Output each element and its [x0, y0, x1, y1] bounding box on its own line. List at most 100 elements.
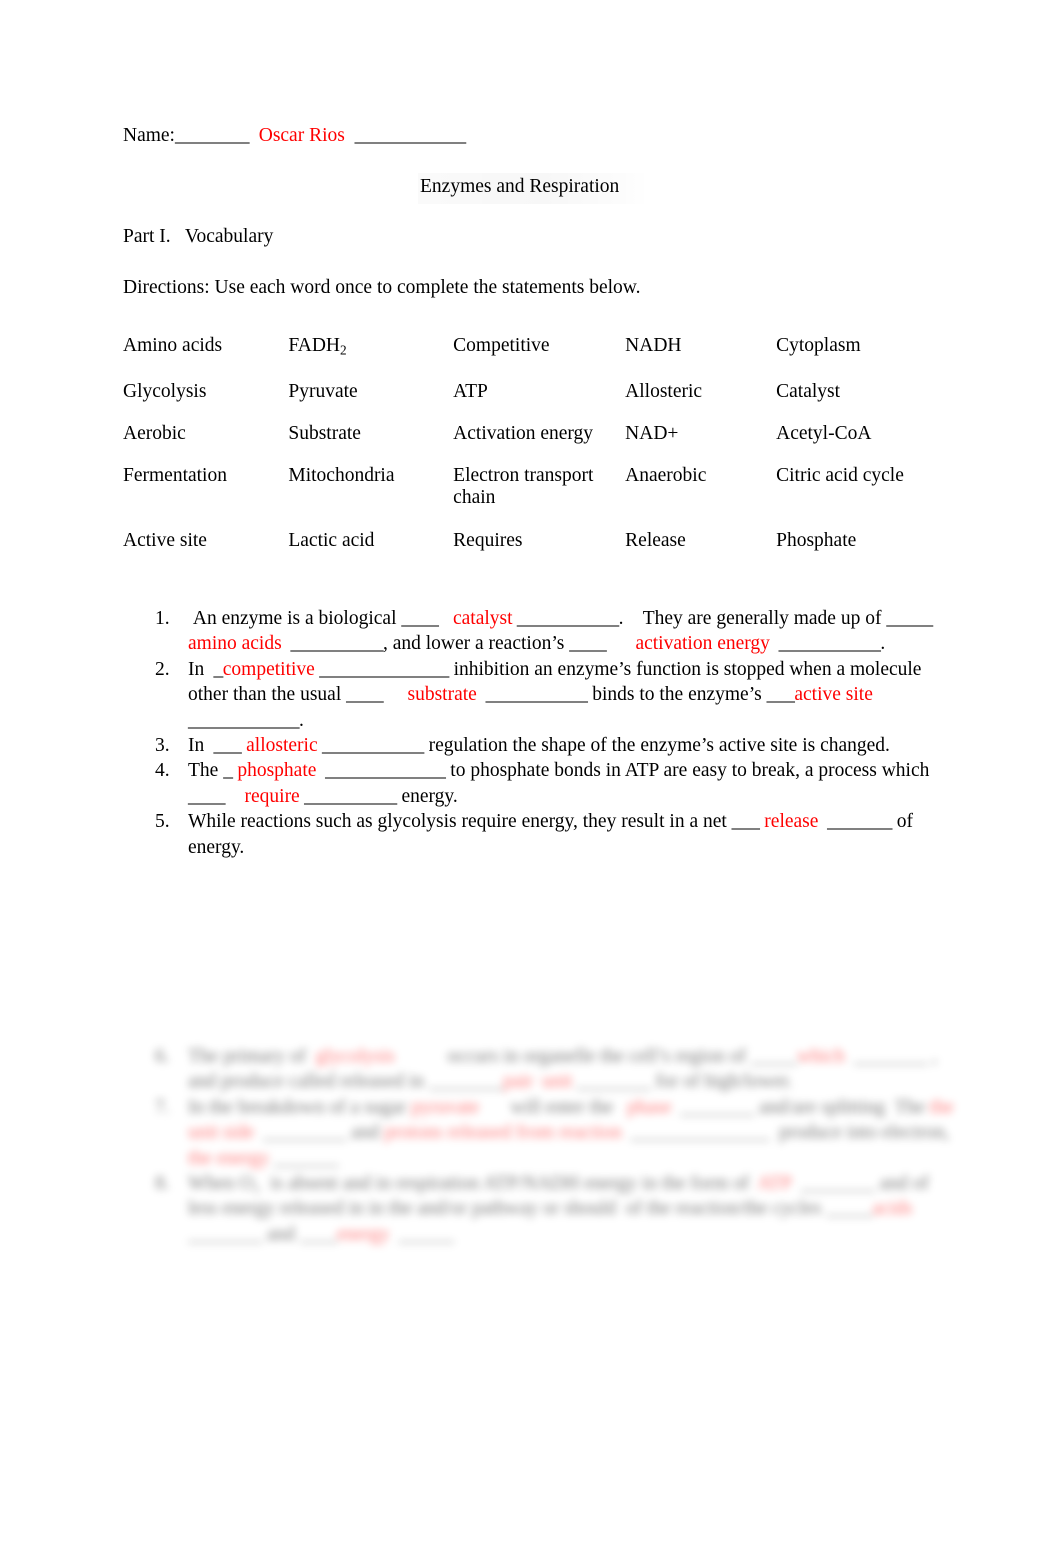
question-body: An enzyme is a biological ____ catalyst …	[188, 606, 945, 657]
student-name: Oscar Rios	[258, 125, 345, 146]
question-text	[383, 684, 407, 705]
word-bank-term: ATP	[453, 381, 488, 403]
student-answer: allosteric	[246, 735, 318, 757]
word-bank-term: Cytoplasm	[776, 335, 861, 356]
question-text: and	[262, 1223, 300, 1245]
answer-blank: ___	[766, 684, 795, 706]
question-number: 3.	[155, 735, 170, 757]
question-text: The primary of	[188, 1046, 316, 1067]
answer-blank: ____	[569, 633, 607, 655]
question-item: 1. An enzyme is a biological ____ cataly…	[155, 606, 945, 657]
question-text: An enzyme is a biological	[188, 608, 402, 629]
answer-blank: _____	[826, 1198, 873, 1220]
answer-blank: ____	[188, 785, 226, 807]
word-bank-row: Glycolysis Pyruvate ATP Allosteric Catalyst	[123, 381, 943, 423]
student-answer: glycolysis	[315, 1046, 395, 1067]
question-text	[225, 786, 245, 807]
student-answer: require	[244, 785, 300, 807]
student-answer: amino acids	[188, 633, 282, 655]
fadh-subscript: 2	[340, 342, 347, 358]
directions-text: Directions: Use each word once to comple…	[123, 277, 641, 298]
question-item: 2. In _competitive ______________ inhibit…	[155, 657, 945, 733]
answer-blank	[479, 1097, 505, 1118]
word-bank-term: Amino acids	[123, 335, 223, 356]
answer-blank: of	[733, 1173, 758, 1195]
question-text: occurs in organelle the cell’s region of	[447, 1046, 751, 1067]
word-bank-row: Aerobic Substrate Activation energy NAD+ Ace…	[123, 423, 943, 465]
word-bank-row: Amino acids FADH2 Competitive NADH Cytoplasm	[123, 335, 943, 381]
blurred-question-item: 8. When O₂ is absent and in respiration A…	[155, 1171, 955, 1247]
student-answer: competitive	[222, 658, 315, 680]
answer-blank	[618, 1097, 627, 1118]
student-answer: pyruvate	[411, 1096, 480, 1118]
word-bank: Amino acids FADH2 Competitive NADH Cytoplasm…	[123, 335, 943, 572]
answer-blank: ________	[428, 1071, 504, 1093]
blurred-question-block: 6. The primary of glycolysis occurs in or…	[155, 1044, 955, 1247]
name-blank-right: ____________	[354, 125, 467, 146]
student-answer: phosphate	[237, 760, 317, 782]
word-bank-term: Pyruvate	[288, 381, 358, 403]
answer-blank: ________	[791, 1173, 875, 1195]
word-bank-term: Activation energy	[453, 423, 594, 445]
question-text: The	[188, 760, 224, 782]
student-answer: the energy	[188, 1147, 270, 1169]
question-text: regulation the shape of the enzyme’s act…	[423, 735, 890, 757]
answer-blank: _____	[886, 608, 933, 629]
answer-blank: ___________	[512, 608, 619, 629]
answer-blank: ___	[209, 735, 242, 757]
question-text	[606, 633, 635, 654]
answer-blank	[395, 1046, 448, 1067]
question-text: energy.	[396, 785, 458, 807]
word-bank-term: Glycolysis	[123, 381, 207, 403]
answer-blank: ____	[401, 608, 439, 629]
question-text: . They are generally made up of	[618, 608, 887, 629]
word-bank-term: NADH	[625, 335, 682, 356]
question-text: In	[188, 658, 210, 680]
student-answer: active site	[794, 684, 873, 706]
question-number: 7.	[155, 1096, 170, 1118]
answer-blank: ___________	[769, 633, 881, 655]
question-item: 3. In ___ allosteric ___________ regulati…	[155, 733, 945, 758]
answer-blank: _______	[269, 1147, 339, 1169]
student-answer: which	[797, 1046, 845, 1067]
answer-blank: ______	[389, 1223, 454, 1245]
question-item: 4. The _ phosphate _____________ to phosp…	[155, 758, 945, 809]
answer-blank: ______________	[314, 658, 449, 680]
student-answer: side	[222, 1122, 255, 1144]
word-bank-term: Substrate	[288, 423, 361, 445]
word-bank-term: Mitochondria	[288, 465, 395, 487]
part-heading: Part I. Vocabulary	[123, 226, 274, 247]
answer-blank: ________	[671, 1096, 755, 1118]
question-text	[438, 608, 453, 629]
question-body: When O₂ is absent and in respiration ATP…	[188, 1171, 955, 1247]
word-bank-term: Catalyst	[776, 381, 841, 403]
question-text: binds to the enzyme’s	[587, 684, 767, 706]
answer-blank: ____	[346, 684, 384, 706]
document-title: Enzymes and Respiration	[418, 173, 650, 204]
question-item: 5. While reactions such as glycolysis req…	[155, 809, 945, 860]
student-answer: activation energy	[635, 633, 770, 655]
question-number: 1.	[155, 608, 170, 629]
student-answer: unit	[542, 1071, 573, 1093]
question-text: produce into electron,	[769, 1122, 955, 1144]
word-bank-term: Citric acid cycle	[776, 465, 904, 487]
question-text: to phosphate bonds in ATP are easy to br…	[445, 760, 935, 782]
word-bank-term: Release	[625, 530, 686, 552]
question-body: In _competitive ______________ inhibitio…	[188, 657, 945, 733]
question-text: .	[299, 709, 304, 731]
student-answer: energy	[336, 1223, 390, 1245]
student-answer: pair	[502, 1071, 534, 1093]
word-bank-row: Active site Lactic acid Requires Release Pho…	[123, 530, 943, 572]
question-text: , and lower a reaction’s	[382, 633, 570, 655]
answer-blank: _	[209, 658, 224, 680]
question-text: In the breakdown of a sugar	[188, 1096, 412, 1118]
answer-blank: _________	[254, 1122, 347, 1144]
name-blank-left: ________	[174, 125, 250, 146]
document-title-text: Enzymes and Respiration	[418, 173, 650, 204]
student-answer: ATP	[757, 1173, 792, 1195]
question-text: and/are splitting The	[754, 1096, 930, 1118]
question-number: 6.	[155, 1046, 170, 1067]
question-number: 8.	[155, 1173, 170, 1195]
word-bank-term: Allosteric	[625, 381, 703, 403]
answer-blank: _____________	[316, 760, 446, 782]
